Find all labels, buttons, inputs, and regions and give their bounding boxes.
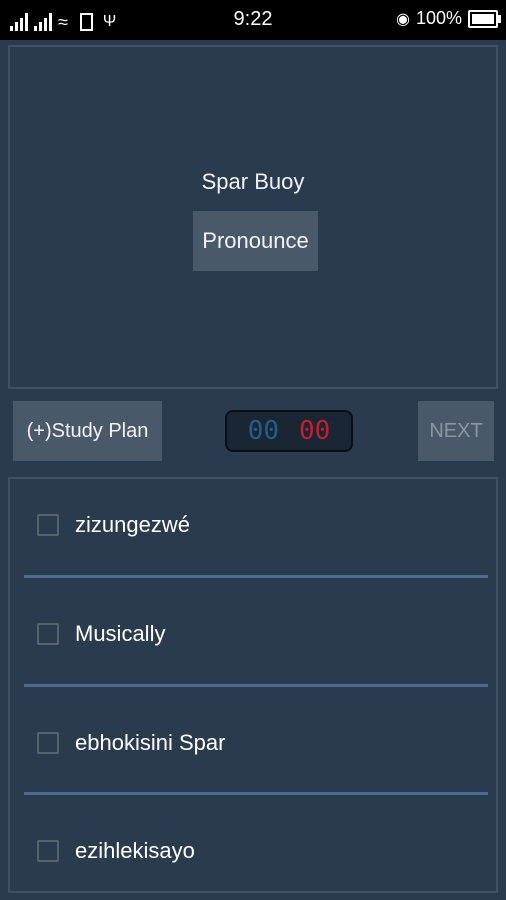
checkbox[interactable]: [37, 514, 59, 536]
checkbox[interactable]: [37, 840, 59, 862]
study-plan-button[interactable]: (+)Study Plan: [13, 401, 162, 461]
target-word: Spar Buoy: [201, 169, 305, 194]
answer-option[interactable]: ebhokisini Spar: [10, 718, 496, 768]
checkbox[interactable]: [37, 732, 59, 754]
status-right-icons: ◉ 100%: [395, 8, 501, 29]
battery-percent: 100%: [415, 8, 462, 28]
answer-option-label: zizungezwé: [75, 512, 190, 537]
answer-option[interactable]: Musically: [10, 609, 496, 659]
headset-icon: ◉: [395, 10, 410, 28]
answer-option-label: ezihlekisayo: [75, 838, 195, 863]
answer-option-label: Musically: [75, 621, 166, 646]
answer-option[interactable]: ezihlekisayo: [10, 826, 496, 876]
status-bar: ≈ Ψ 9:22 ◉ 100%: [0, 0, 506, 40]
answer-option-label: ebhokisini Spar: [75, 730, 226, 755]
answer-options-list: zizungezwé Musically ebhokisini Spar ezi…: [8, 477, 498, 893]
answer-option[interactable]: zizungezwé: [10, 500, 496, 550]
timer: 00 00: [225, 410, 353, 452]
divider: [24, 684, 488, 687]
pronounce-button[interactable]: Pronounce: [193, 211, 318, 271]
divider: [24, 575, 488, 578]
timer-seconds: 00: [299, 416, 331, 446]
battery-icon: [468, 9, 501, 28]
next-button[interactable]: NEXT: [418, 401, 494, 461]
checkbox[interactable]: [37, 623, 59, 645]
divider: [24, 792, 488, 795]
timer-minutes: 00: [247, 416, 279, 446]
word-card: Spar Buoy Pronounce: [8, 45, 498, 389]
